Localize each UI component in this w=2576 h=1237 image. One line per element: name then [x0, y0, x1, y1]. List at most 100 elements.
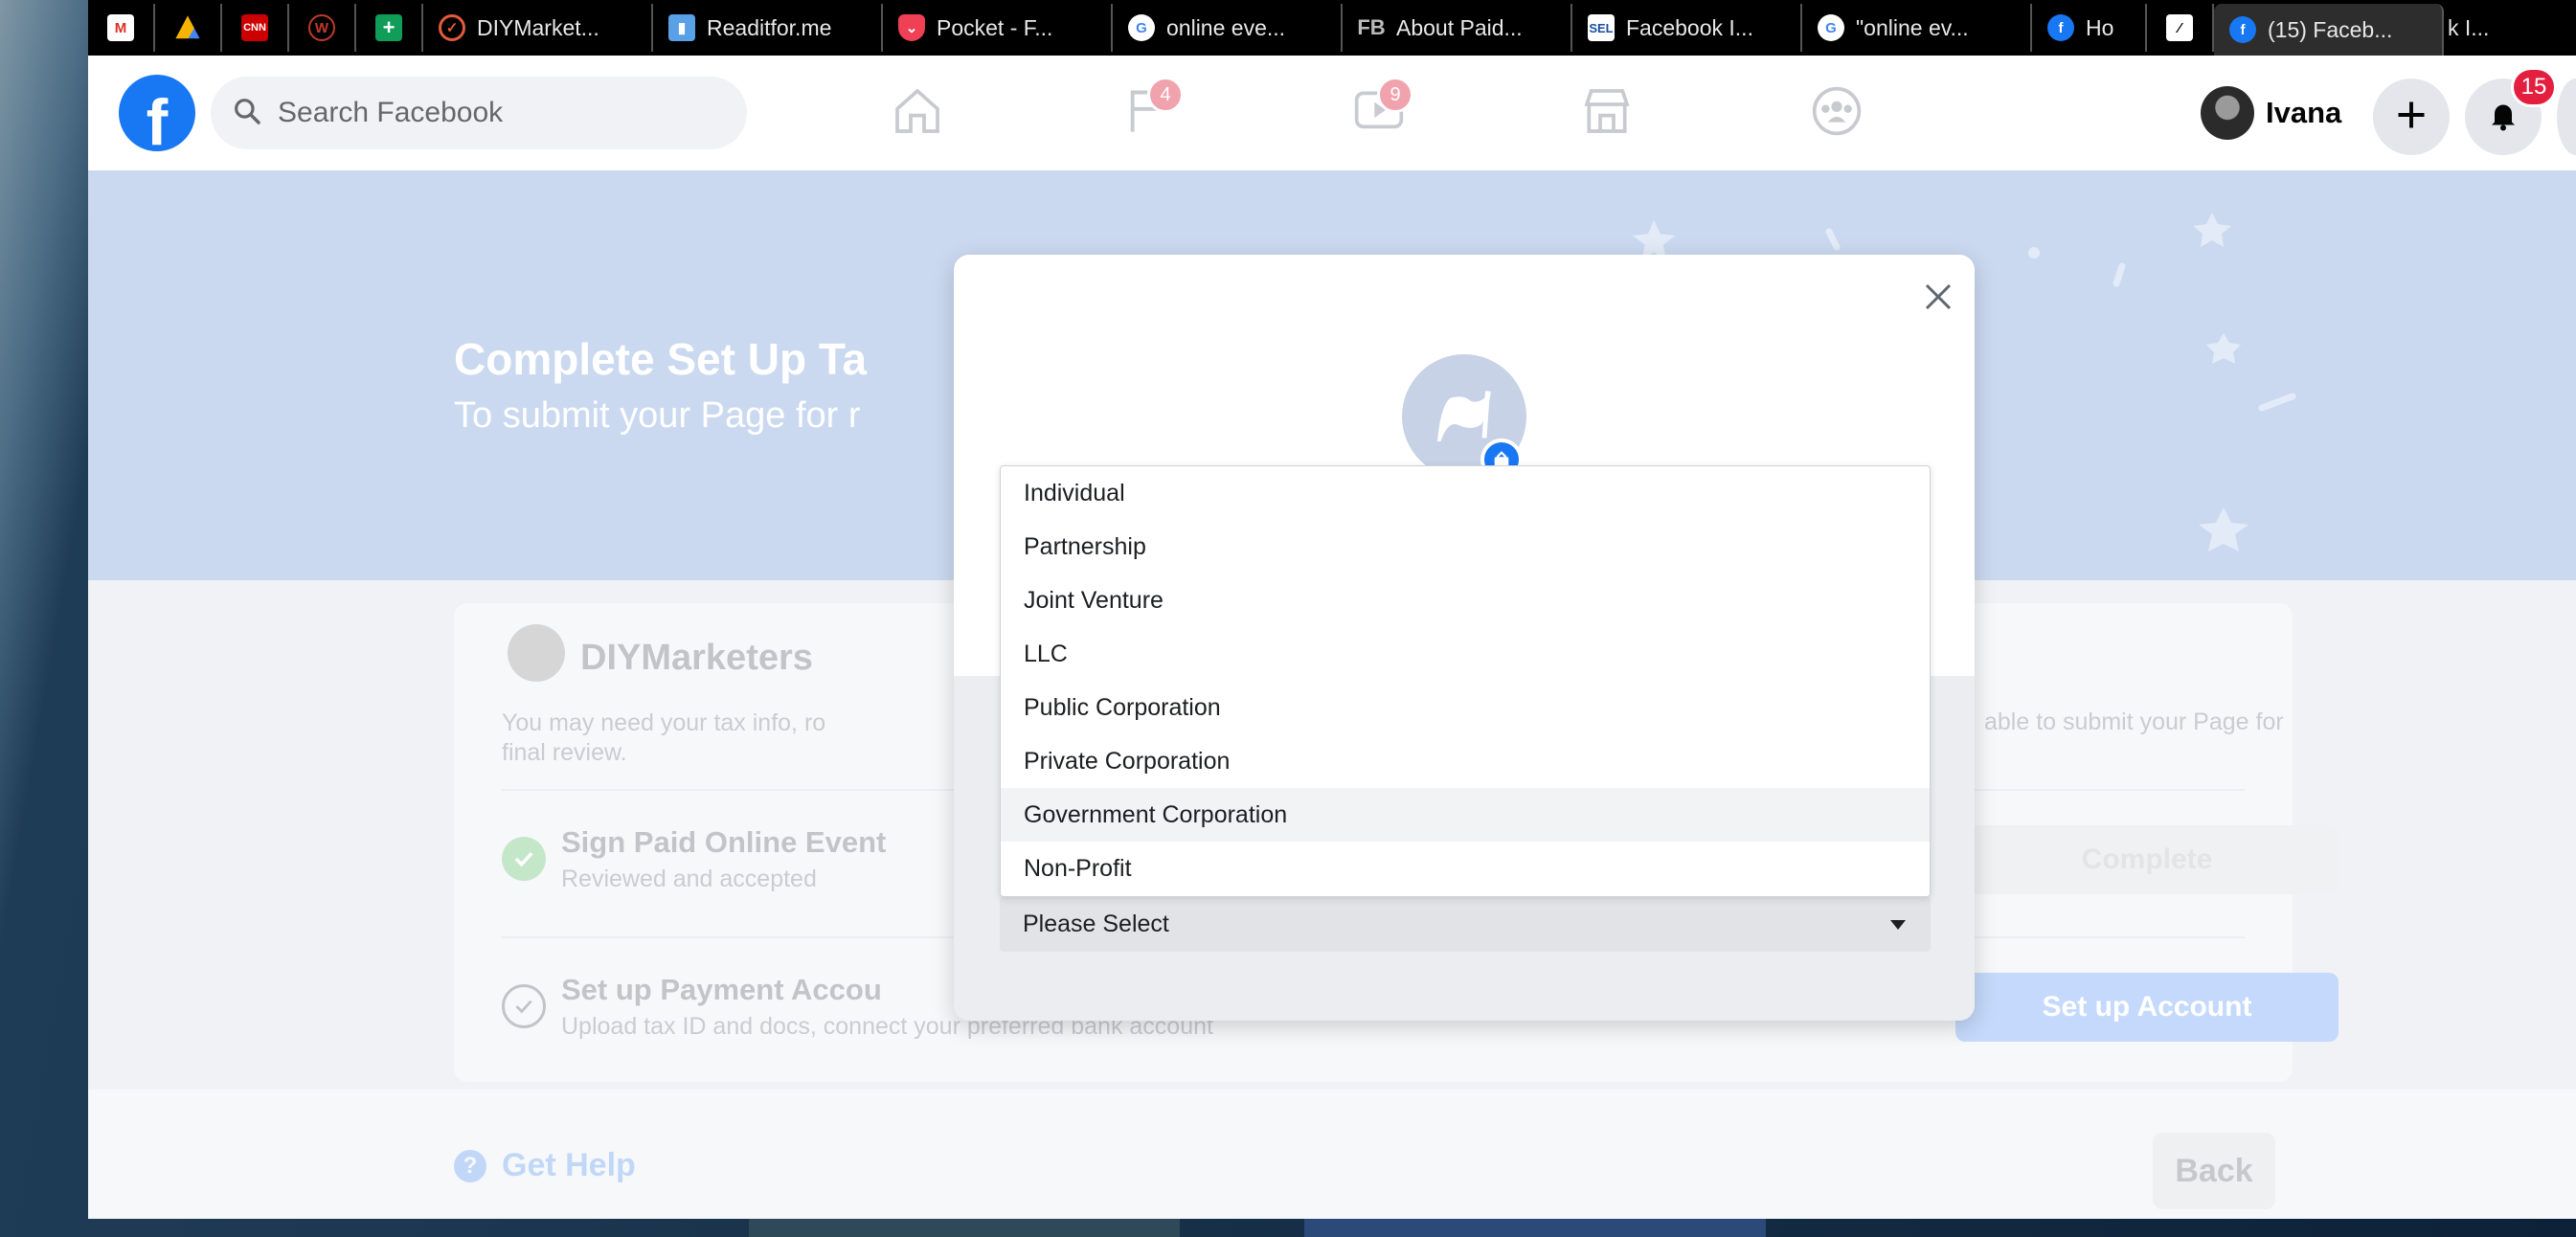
option-individual[interactable]: Individual — [1001, 466, 1930, 520]
facebook-icon: f — [2047, 14, 2074, 41]
google-icon: G — [1128, 14, 1155, 41]
tab-title: (15) Faceb... — [2268, 16, 2393, 42]
back-button[interactable]: Back — [2153, 1133, 2275, 1209]
desktop-bottom-strip — [0, 1219, 2576, 1237]
set-up-account-button[interactable]: Set up Account — [1955, 973, 2339, 1042]
option-private-corporation[interactable]: Private Corporation — [1001, 734, 1930, 788]
v-icon: ⁄ — [2166, 14, 2193, 41]
tab-google-drive[interactable] — [155, 4, 222, 52]
business-type-select[interactable]: Please Select — [1000, 896, 1931, 952]
search-bar[interactable] — [211, 77, 747, 149]
tab-title: Ho — [2086, 14, 2114, 40]
w-icon: W — [308, 14, 335, 41]
tab-title: DIYMarket... — [477, 14, 599, 40]
tab-about-paid[interactable]: FB About Paid... — [1343, 4, 1572, 52]
gmail-icon: M — [107, 14, 134, 41]
book-icon: ▮ — [668, 14, 695, 41]
banner-subtitle: To submit your Page for r — [454, 395, 861, 436]
plus-icon — [2394, 98, 2429, 137]
nav-groups[interactable] — [1808, 84, 1865, 142]
account-menu-button[interactable] — [2557, 79, 2576, 155]
option-government-corporation[interactable]: Government Corporation — [1001, 788, 1930, 842]
tab-diymarketers[interactable]: ✓ DIYMarket... — [423, 4, 653, 52]
get-help-label: Get Help — [502, 1147, 636, 1183]
facebook-header: f 4 9 Ivana — [88, 56, 2576, 170]
groups-icon — [1810, 84, 1864, 143]
nav-marketplace[interactable] — [1578, 84, 1636, 142]
facebook-logo[interactable]: f — [119, 75, 195, 151]
tab-title: Facebook I... — [1626, 14, 1753, 40]
page-avatar — [508, 624, 565, 682]
tab-google-online-events[interactable]: Gonline eve... — [1113, 4, 1343, 52]
search-input[interactable] — [278, 97, 699, 129]
pages-badge: 4 — [1147, 77, 1184, 113]
step-sign-title: Sign Paid Online Event — [561, 825, 887, 859]
tab-title: Readitfor.me — [707, 14, 832, 40]
check-icon: ✓ — [439, 14, 465, 41]
page-footer: ? Get Help Back — [88, 1090, 2576, 1219]
card-description-right: able to submit your Page for — [1984, 708, 2284, 735]
browser-tab-strip: M CNN W + ✓ DIYMarket... ▮ Readitfor.me ⌄ P… — [88, 0, 2576, 56]
close-icon — [1923, 281, 1954, 317]
business-type-dropdown: Individual Partnership Joint Venture LLC… — [1000, 465, 1931, 897]
logo-letter: f — [146, 86, 169, 151]
banner-title: Complete Set Up Ta — [454, 334, 868, 384]
option-llc[interactable]: LLC — [1001, 627, 1930, 681]
tab-facebook-sel[interactable]: SEL Facebook I... — [1572, 4, 1802, 52]
page-name: DIYMarketers — [580, 638, 813, 678]
notifications-button[interactable]: 15 — [2465, 67, 2557, 155]
step-payment-title: Set up Payment Accou — [561, 973, 882, 1006]
tab-title: Pocket - F... — [937, 14, 1053, 40]
bell-icon — [2486, 98, 2520, 137]
close-button[interactable] — [1917, 278, 1959, 320]
browser-window: M CNN W + ✓ DIYMarket... ▮ Readitfor.me ⌄ P… — [88, 0, 2576, 1219]
select-value: Please Select — [1023, 910, 1169, 937]
nav-home[interactable] — [889, 84, 946, 142]
help-icon: ? — [454, 1149, 486, 1182]
notifications-badge: 15 — [2511, 67, 2557, 107]
sel-icon: SEL — [1588, 14, 1615, 41]
facebook-icon: f — [2229, 16, 2256, 43]
pocket-icon: ⌄ — [898, 14, 925, 41]
sheets-icon: + — [375, 14, 402, 41]
fb-text-icon: FB — [1357, 15, 1386, 39]
option-public-corporation[interactable]: Public Corporation — [1001, 681, 1930, 734]
tab-facebook-home[interactable]: f Ho — [2032, 4, 2147, 52]
cnn-icon: CNN — [241, 14, 268, 41]
home-icon — [891, 84, 944, 143]
option-non-profit[interactable]: Non-Profit — [1001, 842, 1930, 895]
get-help-link[interactable]: ? Get Help — [454, 1147, 636, 1184]
tab-facebook-active[interactable]: f (15) Faceb... — [2214, 4, 2444, 56]
nav-watch[interactable]: 9 — [1350, 77, 1413, 142]
tab-title: online eve... — [1166, 14, 1286, 40]
watch-badge: 9 — [1377, 77, 1413, 113]
tab-readitfor[interactable]: ▮ Readitfor.me — [653, 4, 883, 52]
option-joint-venture[interactable]: Joint Venture — [1001, 574, 1930, 627]
create-button[interactable] — [2373, 79, 2450, 155]
profile-button[interactable]: Ivana — [2193, 79, 2353, 147]
check-outline-icon — [502, 984, 546, 1028]
tab-title: About Paid... — [1396, 14, 1523, 40]
check-circle-icon — [502, 837, 546, 881]
search-icon — [232, 96, 262, 131]
tab-pocket[interactable]: ⌄ Pocket - F... — [883, 4, 1113, 52]
tab-cnn[interactable]: CNN — [222, 4, 289, 52]
tab-gmail[interactable]: M — [88, 4, 155, 52]
nav-pages[interactable]: 4 — [1120, 77, 1184, 142]
avatar — [2201, 86, 2254, 140]
option-partnership[interactable]: Partnership — [1001, 520, 1930, 574]
tab-v[interactable]: ⁄ — [2147, 4, 2214, 52]
tab-google-online-ev[interactable]: G "online ev... — [1802, 4, 2032, 52]
tab-overflow[interactable]: k I... — [2444, 4, 2501, 52]
tab-title: "online ev... — [1856, 14, 1969, 40]
user-name: Ivana — [2266, 96, 2342, 129]
google-icon: G — [1818, 14, 1844, 41]
step-sign-subtitle: Reviewed and accepted — [561, 866, 817, 892]
caret-down-icon — [1888, 911, 1908, 938]
tab-w[interactable]: W — [289, 4, 356, 52]
tab-sheets[interactable]: + — [356, 4, 423, 52]
tab-title: k I... — [2448, 14, 2490, 40]
complete-button[interactable]: Complete — [1955, 825, 2339, 894]
google-drive-icon — [175, 15, 200, 39]
marketplace-icon — [1580, 84, 1634, 143]
